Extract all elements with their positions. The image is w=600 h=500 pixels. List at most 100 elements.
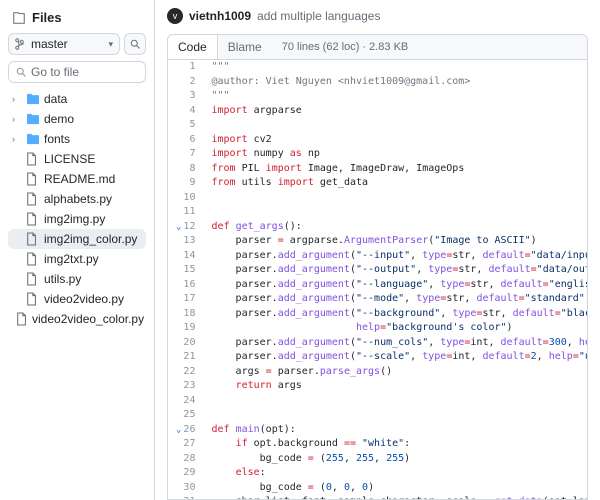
code-line: 19 help="background's color") bbox=[168, 321, 588, 336]
latest-commit-bar: v vietnh1009 add multiple languages bbox=[155, 0, 600, 28]
line-content[interactable]: parser.add_argument("--output", type=str… bbox=[203, 263, 588, 278]
tree-file[interactable]: alphabets.py bbox=[8, 189, 146, 209]
line-content[interactable]: def get_args(): bbox=[203, 220, 588, 235]
tree-folder[interactable]: ›data bbox=[8, 89, 146, 109]
line-number[interactable]: 16 bbox=[168, 278, 203, 293]
line-number[interactable]: 17 bbox=[168, 292, 203, 307]
line-number[interactable]: 28 bbox=[168, 452, 203, 467]
line-number[interactable]: 8 bbox=[168, 162, 203, 177]
line-content[interactable] bbox=[203, 118, 588, 133]
line-content[interactable]: bg_code = (0, 0, 0) bbox=[203, 481, 588, 496]
branch-select-button[interactable]: master ▾ bbox=[8, 33, 120, 55]
line-number[interactable]: 13 bbox=[168, 234, 203, 249]
line-number[interactable]: 24 bbox=[168, 394, 203, 409]
file-icon bbox=[26, 252, 40, 266]
line-content[interactable]: @author: Viet Nguyen <nhviet1009@gmail.c… bbox=[203, 75, 588, 90]
code-viewer[interactable]: 1"""2@author: Viet Nguyen <nhviet1009@gm… bbox=[167, 60, 588, 500]
line-number[interactable]: 5 bbox=[168, 118, 203, 133]
line-number[interactable]: 14 bbox=[168, 249, 203, 264]
tree-item-label: img2img_color.py bbox=[44, 232, 137, 246]
line-number[interactable]: 6 bbox=[168, 133, 203, 148]
line-content[interactable]: parser.add_argument("--background", type… bbox=[203, 307, 588, 322]
tab-code[interactable]: Code bbox=[168, 35, 218, 59]
file-tree-sidebar: Files master ▾ Go to file ›data›demo›fon… bbox=[0, 0, 155, 500]
line-number[interactable]: ⌄26 bbox=[168, 423, 203, 438]
line-number[interactable]: 2 bbox=[168, 75, 203, 90]
line-content[interactable] bbox=[203, 394, 588, 409]
line-number[interactable]: 9 bbox=[168, 176, 203, 191]
line-content[interactable]: if opt.background == "white": bbox=[203, 437, 588, 452]
line-content[interactable] bbox=[203, 408, 588, 423]
line-content[interactable]: import cv2 bbox=[203, 133, 588, 148]
tree-file[interactable]: img2txt.py bbox=[8, 249, 146, 269]
line-content[interactable]: args = parser.parse_args() bbox=[203, 365, 588, 380]
code-line: 20 parser.add_argument("--num_cols", typ… bbox=[168, 336, 588, 351]
tree-file[interactable]: LICENSE bbox=[8, 149, 146, 169]
search-button[interactable] bbox=[124, 33, 146, 55]
line-number[interactable]: 20 bbox=[168, 336, 203, 351]
line-content[interactable]: def main(opt): bbox=[203, 423, 588, 438]
tree-file[interactable]: img2img_color.py bbox=[8, 229, 146, 249]
line-number[interactable]: 15 bbox=[168, 263, 203, 278]
line-content[interactable] bbox=[203, 191, 588, 206]
line-number[interactable]: 19 bbox=[168, 321, 203, 336]
go-to-file-input[interactable]: Go to file bbox=[8, 61, 146, 83]
line-number[interactable]: 22 bbox=[168, 365, 203, 380]
line-content[interactable]: parser = argparse.ArgumentParser("Image … bbox=[203, 234, 588, 249]
fold-toggle-icon[interactable]: ⌄ bbox=[176, 222, 183, 232]
tree-file[interactable]: video2video.py bbox=[8, 289, 146, 309]
line-number[interactable]: 23 bbox=[168, 379, 203, 394]
line-number[interactable]: 29 bbox=[168, 466, 203, 481]
line-content[interactable]: return args bbox=[203, 379, 588, 394]
line-content[interactable]: parser.add_argument("--language", type=s… bbox=[203, 278, 588, 293]
code-line: 23 return args bbox=[168, 379, 588, 394]
line-number[interactable]: 25 bbox=[168, 408, 203, 423]
branch-icon bbox=[15, 38, 27, 50]
line-number[interactable]: 31 bbox=[168, 495, 203, 500]
line-content[interactable]: parser.add_argument("--mode", type=str, … bbox=[203, 292, 588, 307]
tree-folder[interactable]: ›fonts bbox=[8, 129, 146, 149]
line-number[interactable]: 4 bbox=[168, 104, 203, 119]
commit-message[interactable]: add multiple languages bbox=[257, 9, 380, 23]
line-content[interactable]: parser.add_argument("--num_cols", type=i… bbox=[203, 336, 588, 351]
line-number[interactable]: 11 bbox=[168, 205, 203, 220]
code-line: 7import numpy as np bbox=[168, 147, 588, 162]
line-content[interactable]: parser.add_argument("--input", type=str,… bbox=[203, 249, 588, 264]
commit-author[interactable]: vietnh1009 bbox=[189, 9, 251, 23]
line-content[interactable]: """ bbox=[203, 89, 588, 104]
code-line: 25 bbox=[168, 408, 588, 423]
line-content[interactable]: from utils import get_data bbox=[203, 176, 588, 191]
line-number[interactable]: 18 bbox=[168, 307, 203, 322]
line-content[interactable]: import numpy as np bbox=[203, 147, 588, 162]
line-number[interactable]: 27 bbox=[168, 437, 203, 452]
fold-toggle-icon[interactable]: ⌄ bbox=[176, 425, 183, 435]
tree-file[interactable]: utils.py bbox=[8, 269, 146, 289]
line-content[interactable]: char_list, font, sample_character, scale… bbox=[203, 495, 588, 500]
line-content[interactable]: bg_code = (255, 255, 255) bbox=[203, 452, 588, 467]
chevron-right-icon: › bbox=[12, 114, 22, 124]
tree-file[interactable]: video2video_color.py bbox=[8, 309, 146, 329]
tree-item-label: utils.py bbox=[44, 272, 81, 286]
line-number[interactable]: 3 bbox=[168, 89, 203, 104]
line-content[interactable]: else: bbox=[203, 466, 588, 481]
line-number[interactable]: 1 bbox=[168, 60, 203, 75]
line-number[interactable]: 30 bbox=[168, 481, 203, 496]
tab-blame[interactable]: Blame bbox=[218, 35, 272, 59]
code-line: 13 parser = argparse.ArgumentParser("Ima… bbox=[168, 234, 588, 249]
code-line: 31 char_list, font, sample_character, sc… bbox=[168, 495, 588, 500]
line-content[interactable]: from PIL import Image, ImageDraw, ImageO… bbox=[203, 162, 588, 177]
tree-item-label: video2video.py bbox=[44, 292, 124, 306]
line-content[interactable]: import argparse bbox=[203, 104, 588, 119]
line-number[interactable]: ⌄12 bbox=[168, 220, 203, 235]
line-content[interactable]: parser.add_argument("--scale", type=int,… bbox=[203, 350, 588, 365]
line-content[interactable] bbox=[203, 205, 588, 220]
line-number[interactable]: 21 bbox=[168, 350, 203, 365]
tree-file[interactable]: img2img.py bbox=[8, 209, 146, 229]
tree-file[interactable]: README.md bbox=[8, 169, 146, 189]
line-number[interactable]: 7 bbox=[168, 147, 203, 162]
line-content[interactable]: help="background's color") bbox=[203, 321, 588, 336]
tree-folder[interactable]: ›demo bbox=[8, 109, 146, 129]
line-content[interactable]: """ bbox=[203, 60, 588, 75]
line-number[interactable]: 10 bbox=[168, 191, 203, 206]
avatar[interactable]: v bbox=[167, 8, 183, 24]
